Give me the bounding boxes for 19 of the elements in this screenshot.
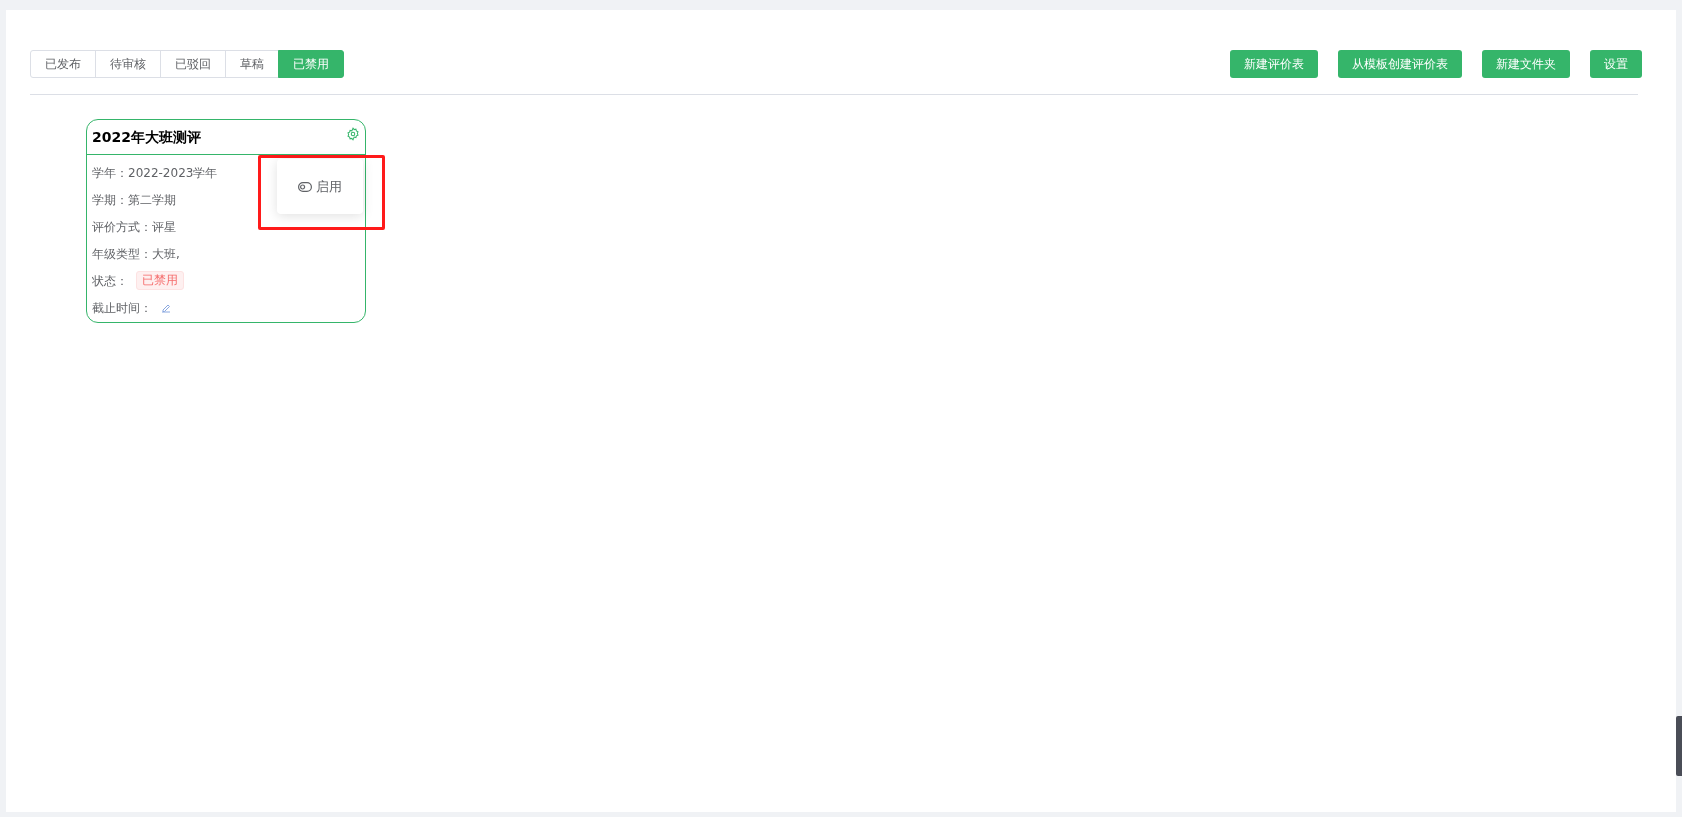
field-value: 评星 xyxy=(152,218,176,236)
enable-menu-item[interactable]: 启用 xyxy=(298,176,342,197)
filter-tab[interactable]: 已发布 xyxy=(30,50,96,78)
filter-tab[interactable]: 待审核 xyxy=(95,50,161,78)
toggle-icon xyxy=(298,181,312,192)
field-value: 2022-2023学年 xyxy=(128,164,218,182)
filter-tab[interactable]: 已驳回 xyxy=(160,50,226,78)
field-label: 年级类型： xyxy=(92,245,152,263)
field-label: 学期： xyxy=(92,191,128,209)
field-label: 状态： xyxy=(92,272,128,290)
field-value: 大班, xyxy=(152,245,180,263)
status-tag: 已禁用 xyxy=(136,271,184,290)
field-value: 第二学期 xyxy=(128,191,176,209)
field-label: 评价方式： xyxy=(92,218,152,236)
settings-icon[interactable] xyxy=(346,127,360,141)
field-label: 学年： xyxy=(92,164,128,182)
field-label: 截止时间： xyxy=(92,299,152,317)
card-title: 2022年大班测评 xyxy=(92,128,201,147)
filter-tab[interactable]: 草稿 xyxy=(225,50,279,78)
